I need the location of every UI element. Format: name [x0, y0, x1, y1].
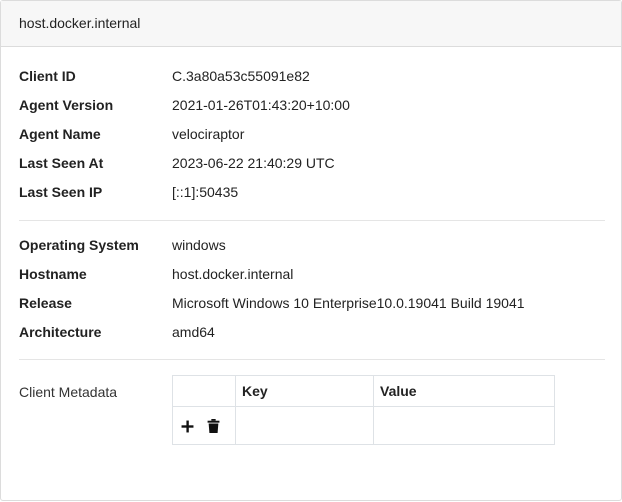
operating-system-row: Operating System windows: [19, 230, 603, 259]
client-metadata-label: Client Metadata: [19, 384, 118, 400]
hostname-value: host.docker.internal: [172, 265, 294, 282]
release-row: Release Microsoft Windows 10 Enterprise1…: [19, 288, 603, 317]
actions-column-header: [172, 375, 236, 407]
client-metadata-table: Key Value: [172, 375, 555, 445]
divider: [19, 220, 605, 221]
table-header-row: Key Value: [172, 375, 555, 407]
agent-name-value: velociraptor: [172, 125, 245, 142]
last-seen-ip-row: Last Seen IP [::1]:50435: [19, 177, 603, 206]
client-id-row: Client ID C.3a80a53c55091e82: [19, 61, 603, 90]
last-seen-at-row: Last Seen At 2023-06-22 21:40:29 UTC: [19, 148, 603, 177]
last-seen-ip-value: [::1]:50435: [172, 183, 239, 200]
operating-system-value: windows: [172, 236, 226, 253]
release-label: Release: [19, 294, 72, 311]
last-seen-ip-label: Last Seen IP: [19, 183, 103, 200]
card-body: Client ID C.3a80a53c55091e82 Agent Versi…: [1, 47, 621, 445]
client-overview-card: host.docker.internal Client ID C.3a80a53…: [0, 0, 622, 501]
key-column-header: Key: [235, 375, 374, 407]
hostname-row: Hostname host.docker.internal: [19, 259, 603, 288]
client-id-label: Client ID: [19, 67, 76, 84]
client-id-value: C.3a80a53c55091e82: [172, 67, 310, 84]
plus-icon[interactable]: [179, 418, 195, 434]
agent-version-label: Agent Version: [19, 96, 114, 113]
agent-version-value: 2021-01-26T01:43:20+10:00: [172, 96, 350, 113]
agent-version-row: Agent Version 2021-01-26T01:43:20+10:00: [19, 90, 603, 119]
architecture-label: Architecture: [19, 323, 102, 340]
card-header: host.docker.internal: [1, 1, 621, 47]
value-cell[interactable]: [373, 406, 555, 445]
client-metadata-section: Client Metadata Key Value: [19, 360, 603, 445]
os-info-section: Operating System windows Hostname host.d…: [19, 230, 603, 346]
release-value: Microsoft Windows 10 Enterprise10.0.1904…: [172, 294, 525, 311]
client-info-section: Client ID C.3a80a53c55091e82 Agent Versi…: [19, 47, 603, 206]
actions-cell: [172, 406, 236, 445]
operating-system-label: Operating System: [19, 236, 139, 253]
last-seen-at-value: 2023-06-22 21:40:29 UTC: [172, 154, 335, 171]
table-row: [172, 406, 555, 445]
agent-name-row: Agent Name velociraptor: [19, 119, 603, 148]
last-seen-at-label: Last Seen At: [19, 154, 104, 171]
hostname-label: Hostname: [19, 265, 87, 282]
agent-name-label: Agent Name: [19, 125, 101, 142]
card-title: host.docker.internal: [19, 15, 141, 31]
architecture-value: amd64: [172, 323, 215, 340]
trash-icon[interactable]: [206, 418, 222, 434]
value-column-header: Value: [373, 375, 555, 407]
architecture-row: Architecture amd64: [19, 317, 603, 346]
key-cell[interactable]: [235, 406, 374, 445]
